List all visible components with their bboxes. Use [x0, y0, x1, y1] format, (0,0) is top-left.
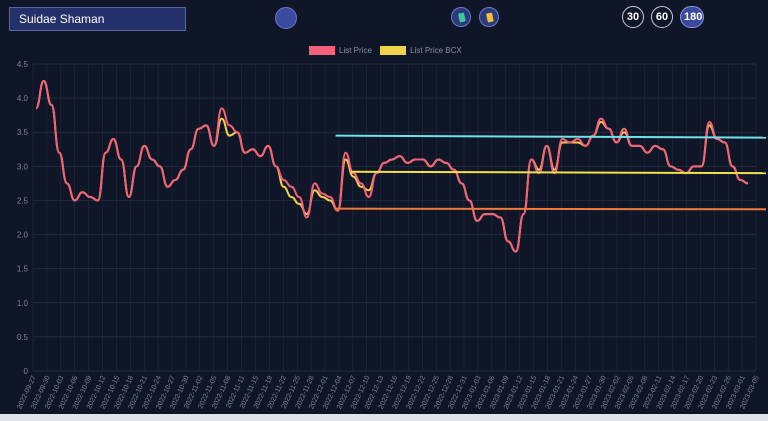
reference-line-1 — [335, 134, 767, 139]
y-tick-label: 3.5 — [17, 128, 29, 137]
price-chart: 00.51.01.52.02.53.03.54.04.52022-09-2720… — [16, 60, 767, 410]
bottom-bar — [0, 414, 768, 421]
reference-line-2 — [351, 170, 767, 175]
y-tick-label: 2.0 — [17, 231, 29, 240]
y-tick-label: 3.0 — [17, 162, 29, 171]
y-tick-label: 0.5 — [17, 333, 29, 342]
y-tick-label: 4.5 — [17, 60, 29, 69]
y-tick-label: 4.0 — [17, 94, 29, 103]
y-tick-label: 0 — [24, 367, 29, 376]
reference-line-3 — [335, 207, 767, 211]
y-tick-label: 2.5 — [17, 196, 29, 205]
y-tick-label: 1.0 — [17, 299, 29, 308]
y-tick-label: 1.5 — [17, 265, 29, 274]
